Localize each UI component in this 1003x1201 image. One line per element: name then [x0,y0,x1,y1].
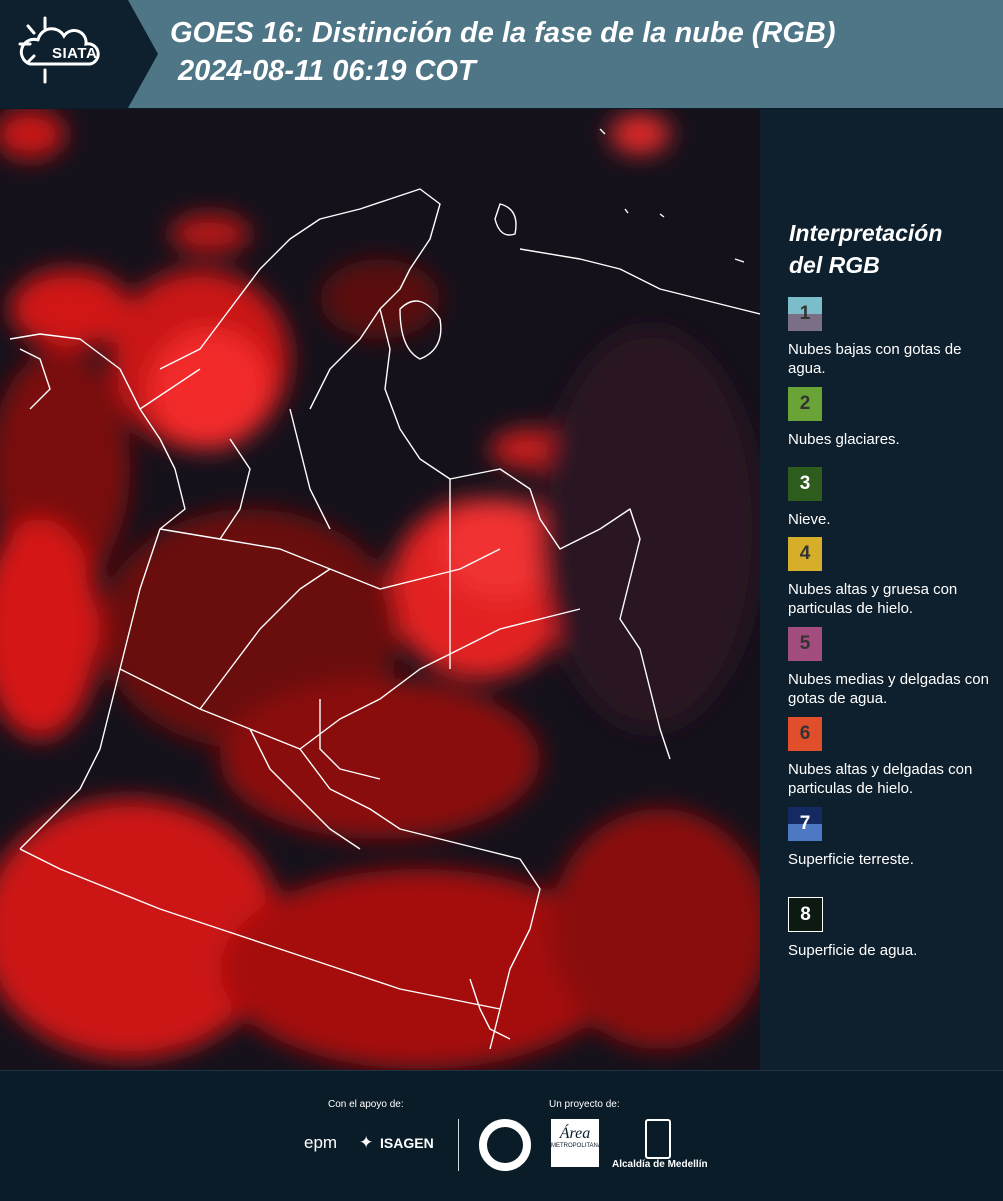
siata-logo-tab: SIATA [0,0,158,108]
legend-panel: Interpretación del RGB 1 Nubes bajas con … [760,109,1003,1070]
legend-label: Superficie de agua. [788,942,918,959]
legend-label: Superficie terreste. [788,851,914,868]
page-title: GOES 16: Distinción de la fase de la nub… [170,14,836,90]
legend-swatch-1: 1 [788,297,822,331]
legend-number: 4 [799,543,811,564]
legend-swatch-5: 5 [788,627,822,661]
legend-swatch-7: 7 [788,807,822,841]
support-label: Con el apoyo de: [328,1099,404,1110]
siata-logo-text: SIATA [52,45,98,62]
alcaldia-label: Alcaldía de Medellín [612,1159,708,1170]
isagen-logo: ISAGEN [380,1135,434,1151]
area-metropolitana-logo: Área METROPOLITANA [551,1119,602,1167]
legend-swatch-2: 2 [788,387,822,421]
legend-number: 5 [799,633,811,654]
footer-divider [458,1119,459,1171]
isagen-icon: ✦ [359,1133,374,1152]
legend-number: 2 [799,393,811,414]
legend-item-7: 7 Superficie terreste. [788,807,998,869]
legend-label: Nieve. [788,511,831,528]
title-line-2: 2024-08-11 06:19 COT [178,55,476,87]
legend-number: 8 [800,904,811,925]
legend-title-line-1: Interpretación [789,220,943,246]
footer: Con el apoyo de: Un proyecto de: epm ✦ I… [0,1070,1003,1201]
satellite-map [0,109,760,1070]
legend-number: 1 [799,303,811,324]
legend-label: Nubes altas y delgadas con particulas de… [788,761,973,797]
legend-item-6: 6 Nubes altas y delgadas con particulas d… [788,717,998,798]
legend-swatch-3: 3 [788,467,822,501]
legend-number: 6 [799,723,811,744]
legend-item-4: 4 Nubes altas y gruesa con particulas de … [788,537,998,618]
project-label: Un proyecto de: [549,1099,620,1110]
epm-logo: epm [304,1133,338,1152]
legend-item-1: 1 Nubes bajas con gotas de agua. [788,297,998,378]
antioquia-seal-icon [479,1119,531,1171]
legend-swatch-6: 6 [788,717,822,751]
legend-title-line-2: del RGB [789,252,880,278]
area-logo-sub: METROPOLITANA [551,1143,602,1149]
title-line-1: GOES 16: Distinción de la fase de la nub… [170,17,836,49]
legend-number: 3 [799,473,811,494]
legend-swatch-4: 4 [788,537,822,571]
legend-label: Nubes bajas con gotas de agua. [788,341,962,377]
alcaldia-shield-icon [645,1119,671,1159]
legend-title: Interpretación del RGB [789,217,989,281]
legend-label: Nubes glaciares. [788,431,900,448]
legend-number: 7 [799,813,811,834]
legend-swatch-8: 8 [788,897,823,932]
legend-item-3: 3 Nieve. [788,467,998,529]
legend-item-5: 5 Nubes medias y delgadas con gotas de ag… [788,627,998,708]
legend-label: Nubes altas y gruesa con particulas de h… [788,581,958,617]
legend-item-2: 2 Nubes glaciares. [788,387,998,449]
header-bar: SIATA GOES 16: Distinción de la fase de … [0,0,1003,108]
area-logo-text: Área [559,1125,591,1142]
legend-item-8: 8 Superficie de agua. [788,897,998,960]
legend-label: Nubes medias y delgadas con gotas de agu… [788,671,989,707]
